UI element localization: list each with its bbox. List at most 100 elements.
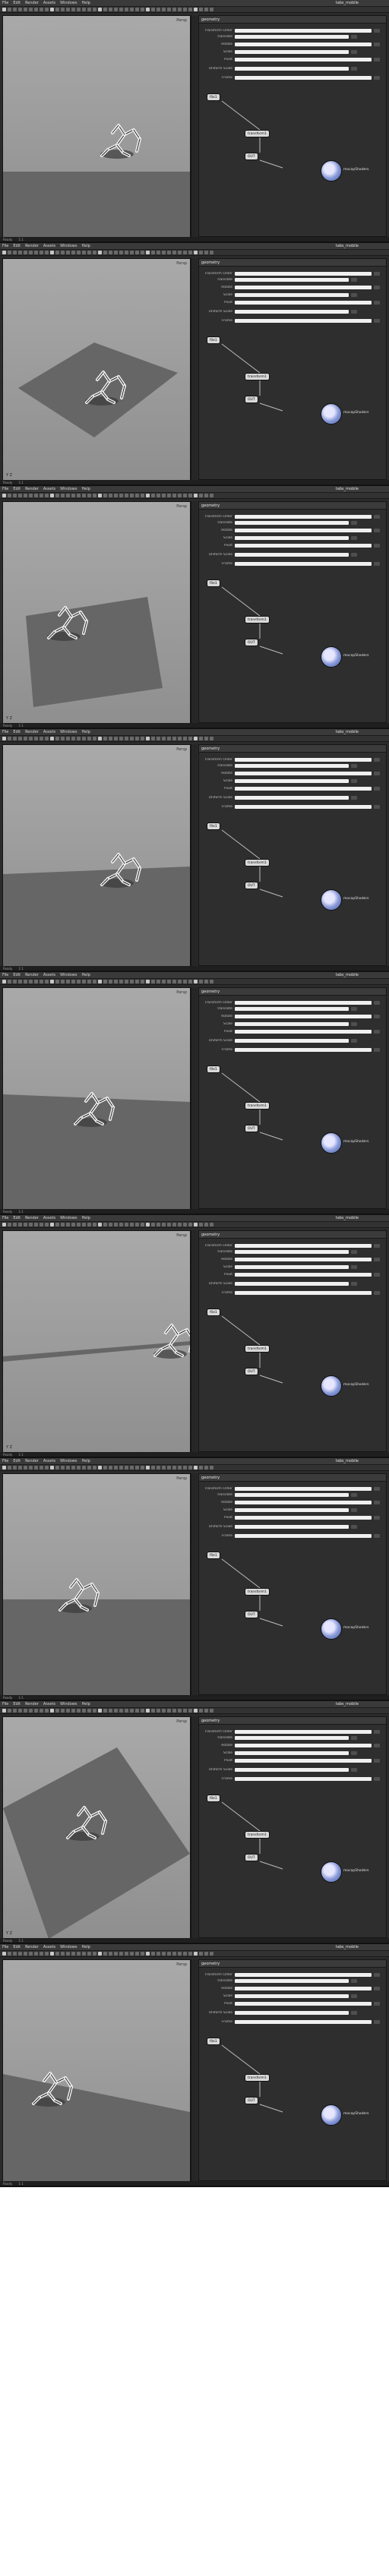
menu-item[interactable]: File [2, 487, 8, 491]
toolbar-tool-icon[interactable] [146, 494, 150, 497]
viewport-3d[interactable]: PerspY Z [2, 1716, 191, 1940]
toolbar-tool-icon[interactable] [109, 251, 112, 254]
toolbar-tool-icon[interactable] [125, 1223, 128, 1226]
toolbar-tool-icon[interactable] [29, 1709, 33, 1713]
toolbar-tool-icon[interactable] [199, 1709, 203, 1713]
toolbar-tool-icon[interactable] [114, 251, 118, 254]
toolbar-tool-icon[interactable] [135, 1952, 139, 1956]
node-input[interactable]: file1 [207, 336, 220, 344]
toolbar-tool-icon[interactable] [151, 1952, 155, 1956]
menu-item[interactable]: Windows [60, 1, 77, 5]
toolbar-tool-icon[interactable] [45, 1709, 49, 1713]
toolbar-tool-icon[interactable] [103, 1952, 107, 1956]
toolbar-tool-icon[interactable] [40, 8, 43, 11]
toolbar-tool-icon[interactable] [8, 1223, 11, 1226]
toolbar-tool-icon[interactable] [87, 8, 91, 11]
toolbar-tool-icon[interactable] [61, 980, 65, 983]
toolbar-tool-icon[interactable] [204, 8, 208, 11]
toolbar-tool-icon[interactable] [55, 8, 59, 11]
toolbar-tool-icon[interactable] [18, 1952, 22, 1956]
toolbar-tool-icon[interactable] [77, 1466, 81, 1470]
toolbar-tool-icon[interactable] [24, 1952, 27, 1956]
toolbar-tool-icon[interactable] [71, 980, 75, 983]
toolbar-tool-icon[interactable] [18, 980, 22, 983]
toolbar-tool-icon[interactable] [125, 737, 128, 740]
toolbar-tool-icon[interactable] [93, 494, 96, 497]
toolbar-tool-icon[interactable] [210, 251, 213, 254]
toolbar-tool-icon[interactable] [130, 737, 134, 740]
toolbar-tool-icon[interactable] [77, 1952, 81, 1956]
mocap-figure[interactable] [100, 124, 141, 157]
toolbar-tool-icon[interactable] [162, 494, 166, 497]
menu-item[interactable]: Edit [13, 1, 21, 5]
viewport-3d[interactable]: PerspY Z [2, 1959, 191, 2183]
toolbar-tool-icon[interactable] [77, 494, 81, 497]
toolbar-tool-icon[interactable] [93, 8, 96, 11]
toolbar-tool-icon[interactable] [114, 737, 118, 740]
toolbar-tool-icon[interactable] [87, 1466, 91, 1470]
toolbar-tool-icon[interactable] [87, 980, 91, 983]
toolbar-tool-icon[interactable] [82, 1952, 86, 1956]
node-input[interactable]: file1 [207, 93, 220, 101]
toolbar-tool-icon[interactable] [2, 980, 6, 983]
menu-item[interactable]: Edit [13, 1459, 21, 1463]
toolbar-tool-icon[interactable] [29, 980, 33, 983]
toolbar-tool-icon[interactable] [210, 494, 213, 497]
toolbar-tool-icon[interactable] [204, 251, 208, 254]
toolbar-tool-icon[interactable] [141, 1466, 144, 1470]
toolbar-tool-icon[interactable] [34, 980, 38, 983]
shader-preview-ball-icon[interactable] [321, 403, 342, 425]
node-transform[interactable]: transform1 [245, 1345, 270, 1353]
toolbar-tool-icon[interactable] [204, 1952, 208, 1956]
toolbar-tool-icon[interactable] [2, 1952, 6, 1956]
toolbar-tool-icon[interactable] [103, 737, 107, 740]
toolbar-tool-icon[interactable] [40, 494, 43, 497]
toolbar-tool-icon[interactable] [125, 494, 128, 497]
toolbar-tool-icon[interactable] [188, 1223, 192, 1226]
toolbar-tool-icon[interactable] [151, 1223, 155, 1226]
toolbar-tool-icon[interactable] [135, 494, 139, 497]
toolbar-tool-icon[interactable] [162, 1709, 166, 1713]
toolbar-tool-icon[interactable] [2, 494, 6, 497]
toolbar-tool-icon[interactable] [98, 494, 102, 497]
viewport-side-toolbar[interactable] [191, 1716, 198, 1938]
toolbar-tool-icon[interactable] [82, 980, 86, 983]
menu-item[interactable]: Assets [43, 1459, 55, 1463]
menu-item[interactable]: Render [25, 730, 39, 734]
menu-item[interactable]: Edit [13, 1945, 21, 1949]
toolbar-tool-icon[interactable] [178, 1952, 182, 1956]
toolbar-tool-icon[interactable] [103, 251, 107, 254]
node-transform[interactable]: transform1 [245, 1831, 270, 1839]
menu-item[interactable]: Assets [43, 1945, 55, 1949]
toolbar-tool-icon[interactable] [141, 494, 144, 497]
toolbar-tool-icon[interactable] [167, 251, 171, 254]
toolbar-tool-icon[interactable] [204, 494, 208, 497]
toolbar-tool-icon[interactable] [157, 1466, 160, 1470]
toolbar-tool-icon[interactable] [109, 1952, 112, 1956]
toolbar-tool-icon[interactable] [210, 1709, 213, 1713]
toolbar-tool-icon[interactable] [77, 980, 81, 983]
toolbar-tool-icon[interactable] [61, 1466, 65, 1470]
toolbar-tool-icon[interactable] [109, 737, 112, 740]
toolbar-tool-icon[interactable] [103, 8, 107, 11]
toolbar-tool-icon[interactable] [188, 1952, 192, 1956]
menu-item[interactable]: Render [25, 1459, 39, 1463]
toolbar-tool-icon[interactable] [183, 980, 187, 983]
toolbar-tool-icon[interactable] [183, 1466, 187, 1470]
toolbar-tool-icon[interactable] [109, 494, 112, 497]
toolbar-tool-icon[interactable] [130, 1223, 134, 1226]
toolbar-tool-icon[interactable] [13, 494, 17, 497]
toolbar-tool-icon[interactable] [98, 980, 102, 983]
viewport-side-toolbar[interactable] [191, 1473, 198, 1695]
toolbar-tool-icon[interactable] [82, 251, 86, 254]
shader-preview-ball-icon[interactable] [321, 889, 342, 911]
toolbar-tool-icon[interactable] [18, 1709, 22, 1713]
menu-item[interactable]: File [2, 1216, 8, 1220]
toolbar-tool-icon[interactable] [130, 1466, 134, 1470]
toolbar-tool-icon[interactable] [146, 980, 150, 983]
viewport-3d[interactable]: PerspY Z [2, 258, 191, 481]
toolbar-tool-icon[interactable] [172, 8, 176, 11]
toolbar-tool-icon[interactable] [34, 251, 38, 254]
toolbar-tool-icon[interactable] [13, 737, 17, 740]
toolbar-tool-icon[interactable] [13, 1223, 17, 1226]
